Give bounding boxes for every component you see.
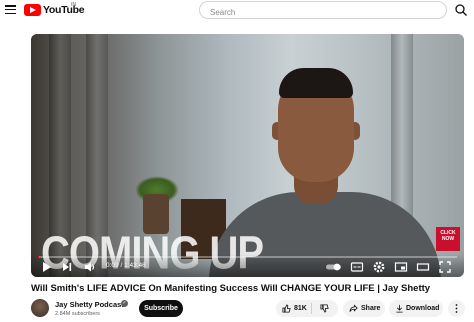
share-label: Share (361, 305, 381, 312)
settings-icon (373, 261, 385, 273)
miniplayer-icon (394, 262, 408, 272)
like-icon[interactable] (282, 304, 291, 313)
progress-fill (38, 256, 39, 258)
logo-text: YouTube (43, 4, 85, 16)
download-label: Download (406, 305, 440, 312)
theater-button[interactable] (416, 260, 430, 274)
person-hair-image (279, 68, 353, 98)
video-player[interactable]: COMING UP CLICK NOW 0:09 / 1:43:46 (31, 34, 464, 277)
search-box[interactable] (199, 1, 447, 22)
top-bar: YouTube IN (0, 0, 474, 22)
next-icon (63, 263, 72, 271)
theater-icon (416, 263, 430, 271)
search-icon (455, 4, 467, 16)
more-icon (455, 304, 458, 313)
channel-avatar[interactable] (31, 299, 49, 317)
youtube-logo-icon (24, 4, 41, 16)
progress-bar[interactable] (38, 256, 457, 258)
subscriber-count: 2.84M subscribers (55, 311, 100, 317)
country-code: IN (71, 2, 76, 8)
search-input[interactable] (208, 3, 412, 22)
play-icon (43, 262, 51, 272)
click-now-badge[interactable]: CLICK NOW (436, 227, 460, 251)
volume-icon (85, 262, 95, 272)
autoplay-toggle-icon (326, 263, 341, 271)
like-count[interactable]: 81K (294, 300, 307, 317)
download-button[interactable]: Download (389, 300, 443, 317)
captions-icon (350, 262, 364, 272)
play-button[interactable] (41, 260, 53, 274)
settings-button[interactable] (372, 260, 386, 274)
menu-icon[interactable] (5, 5, 16, 15)
autoplay-toggle[interactable] (325, 260, 343, 274)
download-icon (396, 304, 403, 313)
share-icon (349, 304, 358, 312)
channel-name[interactable]: Jay Shetty Podcast (55, 300, 124, 309)
video-title: Will Smith's LIFE ADVICE On Manifesting … (31, 283, 431, 294)
share-button[interactable]: Share (343, 300, 385, 317)
verified-icon: ✓ (121, 300, 128, 307)
time-total: 1:43:46 (124, 262, 146, 269)
subscribe-button[interactable]: Subscribe (139, 300, 183, 317)
next-button[interactable] (61, 260, 73, 274)
miniplayer-button[interactable] (394, 260, 408, 274)
fullscreen-icon (439, 261, 451, 273)
more-actions-button[interactable] (448, 300, 465, 317)
time-current: 0:09 (106, 262, 119, 269)
like-dislike-group: 81K (276, 300, 338, 317)
volume-button[interactable] (83, 260, 97, 274)
like-divider (311, 303, 312, 314)
fullscreen-button[interactable] (438, 260, 452, 274)
time-display: 0:09 / 1:43:46 (106, 262, 146, 269)
dislike-icon[interactable] (320, 304, 329, 313)
captions-button[interactable] (350, 260, 364, 274)
search-button[interactable] (452, 1, 470, 19)
